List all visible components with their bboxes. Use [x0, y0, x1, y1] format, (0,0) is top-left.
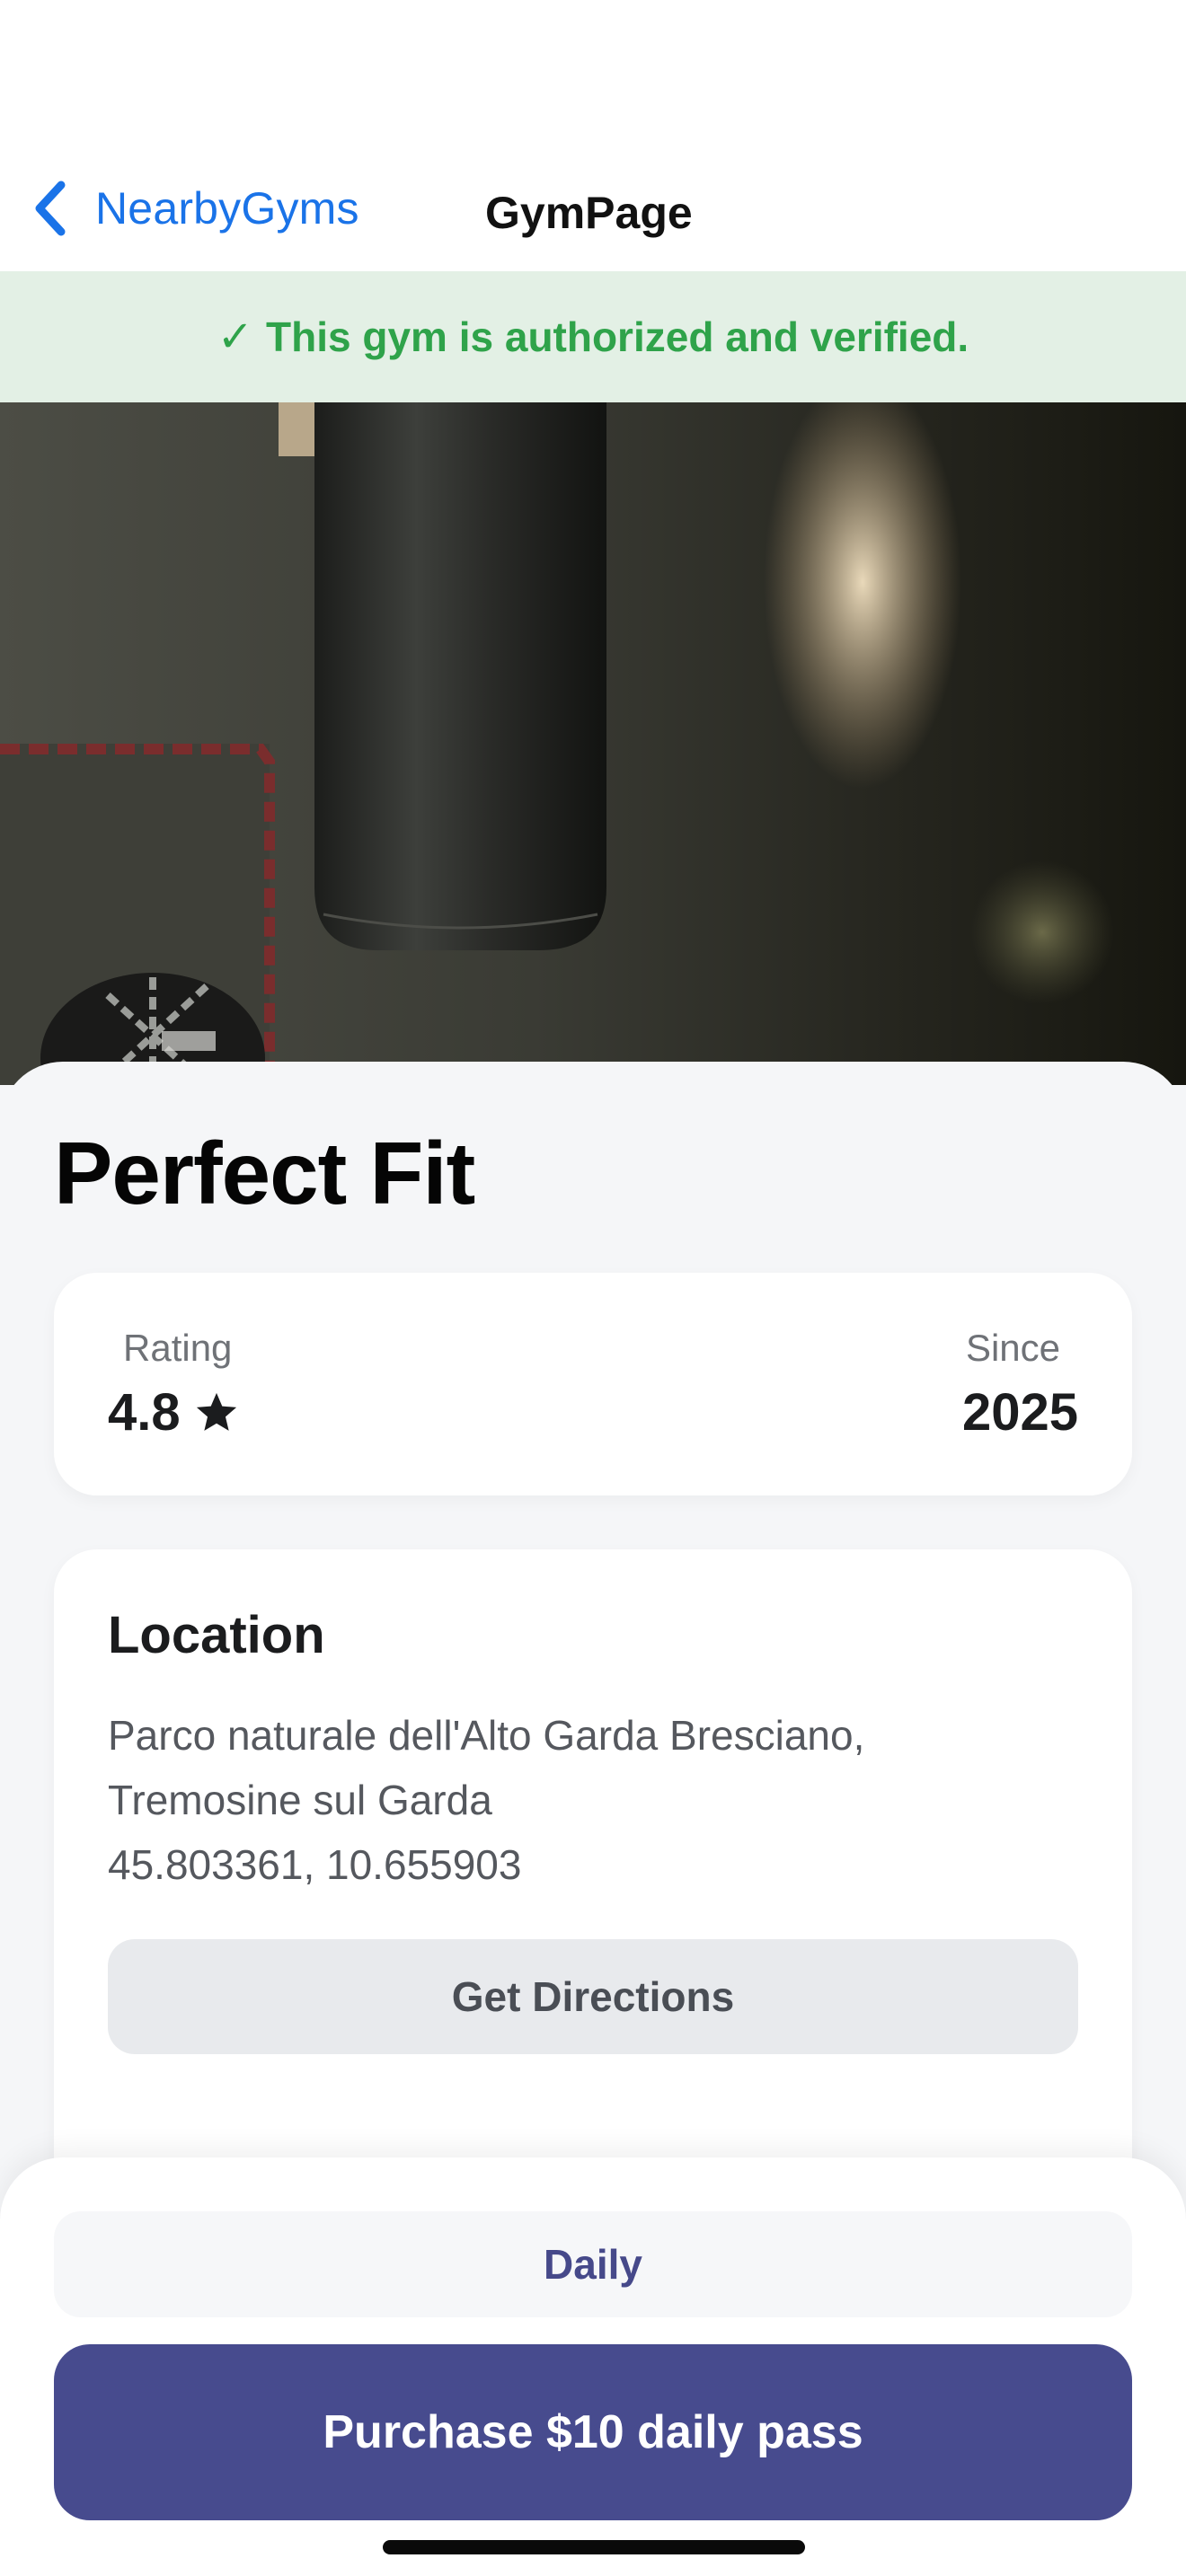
verified-banner: ✓ This gym is authorized and verified.	[0, 271, 1186, 402]
home-indicator	[383, 2540, 805, 2554]
gym-photo	[0, 402, 1186, 1085]
page-title: GymPage	[485, 188, 693, 238]
plan-selector[interactable]: Daily	[54, 2211, 1132, 2317]
rating-label: Rating	[123, 1327, 233, 1369]
stats-card: Rating 4.8 Since 2025	[54, 1273, 1132, 1495]
since-value: 2025	[961, 1383, 1078, 1442]
gym-name: Perfect Fit	[54, 1124, 475, 1222]
back-button[interactable]: NearbyGyms	[32, 180, 359, 237]
verified-banner-text: This gym is authorized and verified.	[266, 313, 969, 360]
status-bar	[0, 0, 1186, 144]
coordinates: 45.803361, 10.655903	[108, 1841, 522, 1888]
rating-value: 4.8	[108, 1383, 181, 1442]
purchase-panel: Daily Purchase $10 daily pass	[0, 2157, 1186, 2576]
address-line-1: Parco naturale dell'Alto Garda Bresciano…	[108, 1712, 865, 1759]
navigation-bar: NearbyGyms GymPage	[0, 144, 1186, 271]
purchase-button[interactable]: Purchase $10 daily pass	[54, 2344, 1132, 2520]
star-icon	[193, 1389, 240, 1436]
chevron-left-icon	[32, 180, 68, 237]
gym-details-sheet: Perfect Fit Rating 4.8 Since 2025 Locati…	[0, 1062, 1186, 2275]
rating-value-row: 4.8	[108, 1382, 240, 1442]
checkmark-icon: ✓	[217, 313, 254, 361]
location-heading: Location	[108, 1606, 325, 1664]
back-button-label: NearbyGyms	[95, 183, 359, 234]
gym-page-screen: NearbyGyms GymPage ✓ This gym is authori…	[0, 0, 1186, 2576]
since-label: Since	[965, 1327, 1060, 1369]
address-line-2: Tremosine sul Garda	[108, 1777, 492, 1823]
get-directions-button[interactable]: Get Directions	[108, 1939, 1078, 2054]
